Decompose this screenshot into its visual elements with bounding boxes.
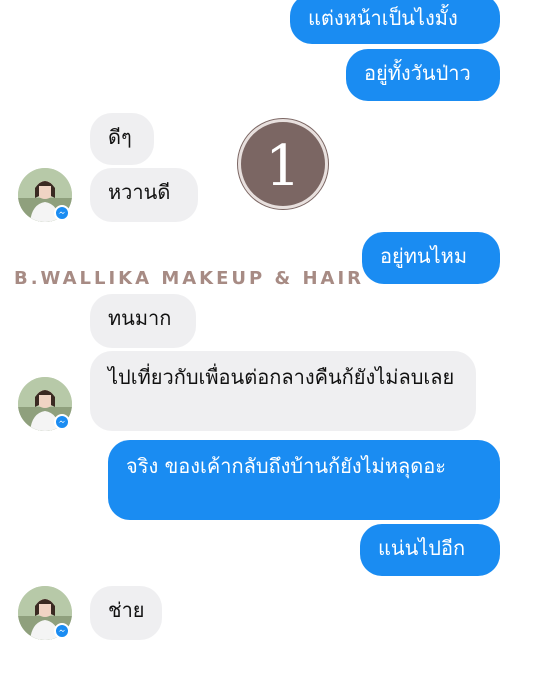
message-bubble-outgoing[interactable]: อยู่ทนไหม bbox=[362, 232, 500, 284]
messenger-icon bbox=[54, 414, 70, 430]
message-bubble-incoming[interactable]: ทนมาก bbox=[90, 294, 196, 348]
message-bubble-outgoing[interactable]: แต่งหน้าเป็นไงมั้ง bbox=[290, 0, 500, 44]
message-bubble-incoming[interactable]: ดีๆ bbox=[90, 113, 154, 165]
message-bubble-outgoing[interactable]: จริง ของเค้ากลับถึงบ้านก้ยังไม่หลุดอะ bbox=[108, 440, 500, 520]
message-bubble-outgoing[interactable]: แน่นไปอีก bbox=[360, 524, 500, 576]
message-bubble-incoming[interactable]: ไปเที่ยวกับเพื่อนต่อกลางคืนก้ยังไม่ลบเลย bbox=[90, 351, 476, 431]
messenger-icon bbox=[54, 205, 70, 221]
message-bubble-incoming[interactable]: หวานดี bbox=[90, 168, 198, 222]
step-number-badge: 1 bbox=[238, 119, 328, 209]
messenger-icon bbox=[54, 623, 70, 639]
message-bubble-outgoing[interactable]: อยู่ทั้งวันป่าว bbox=[346, 49, 500, 101]
message-bubble-incoming[interactable]: ช่าย bbox=[90, 586, 162, 640]
watermark-text: B.WALLIKA MAKEUP & HAIR bbox=[14, 268, 364, 289]
